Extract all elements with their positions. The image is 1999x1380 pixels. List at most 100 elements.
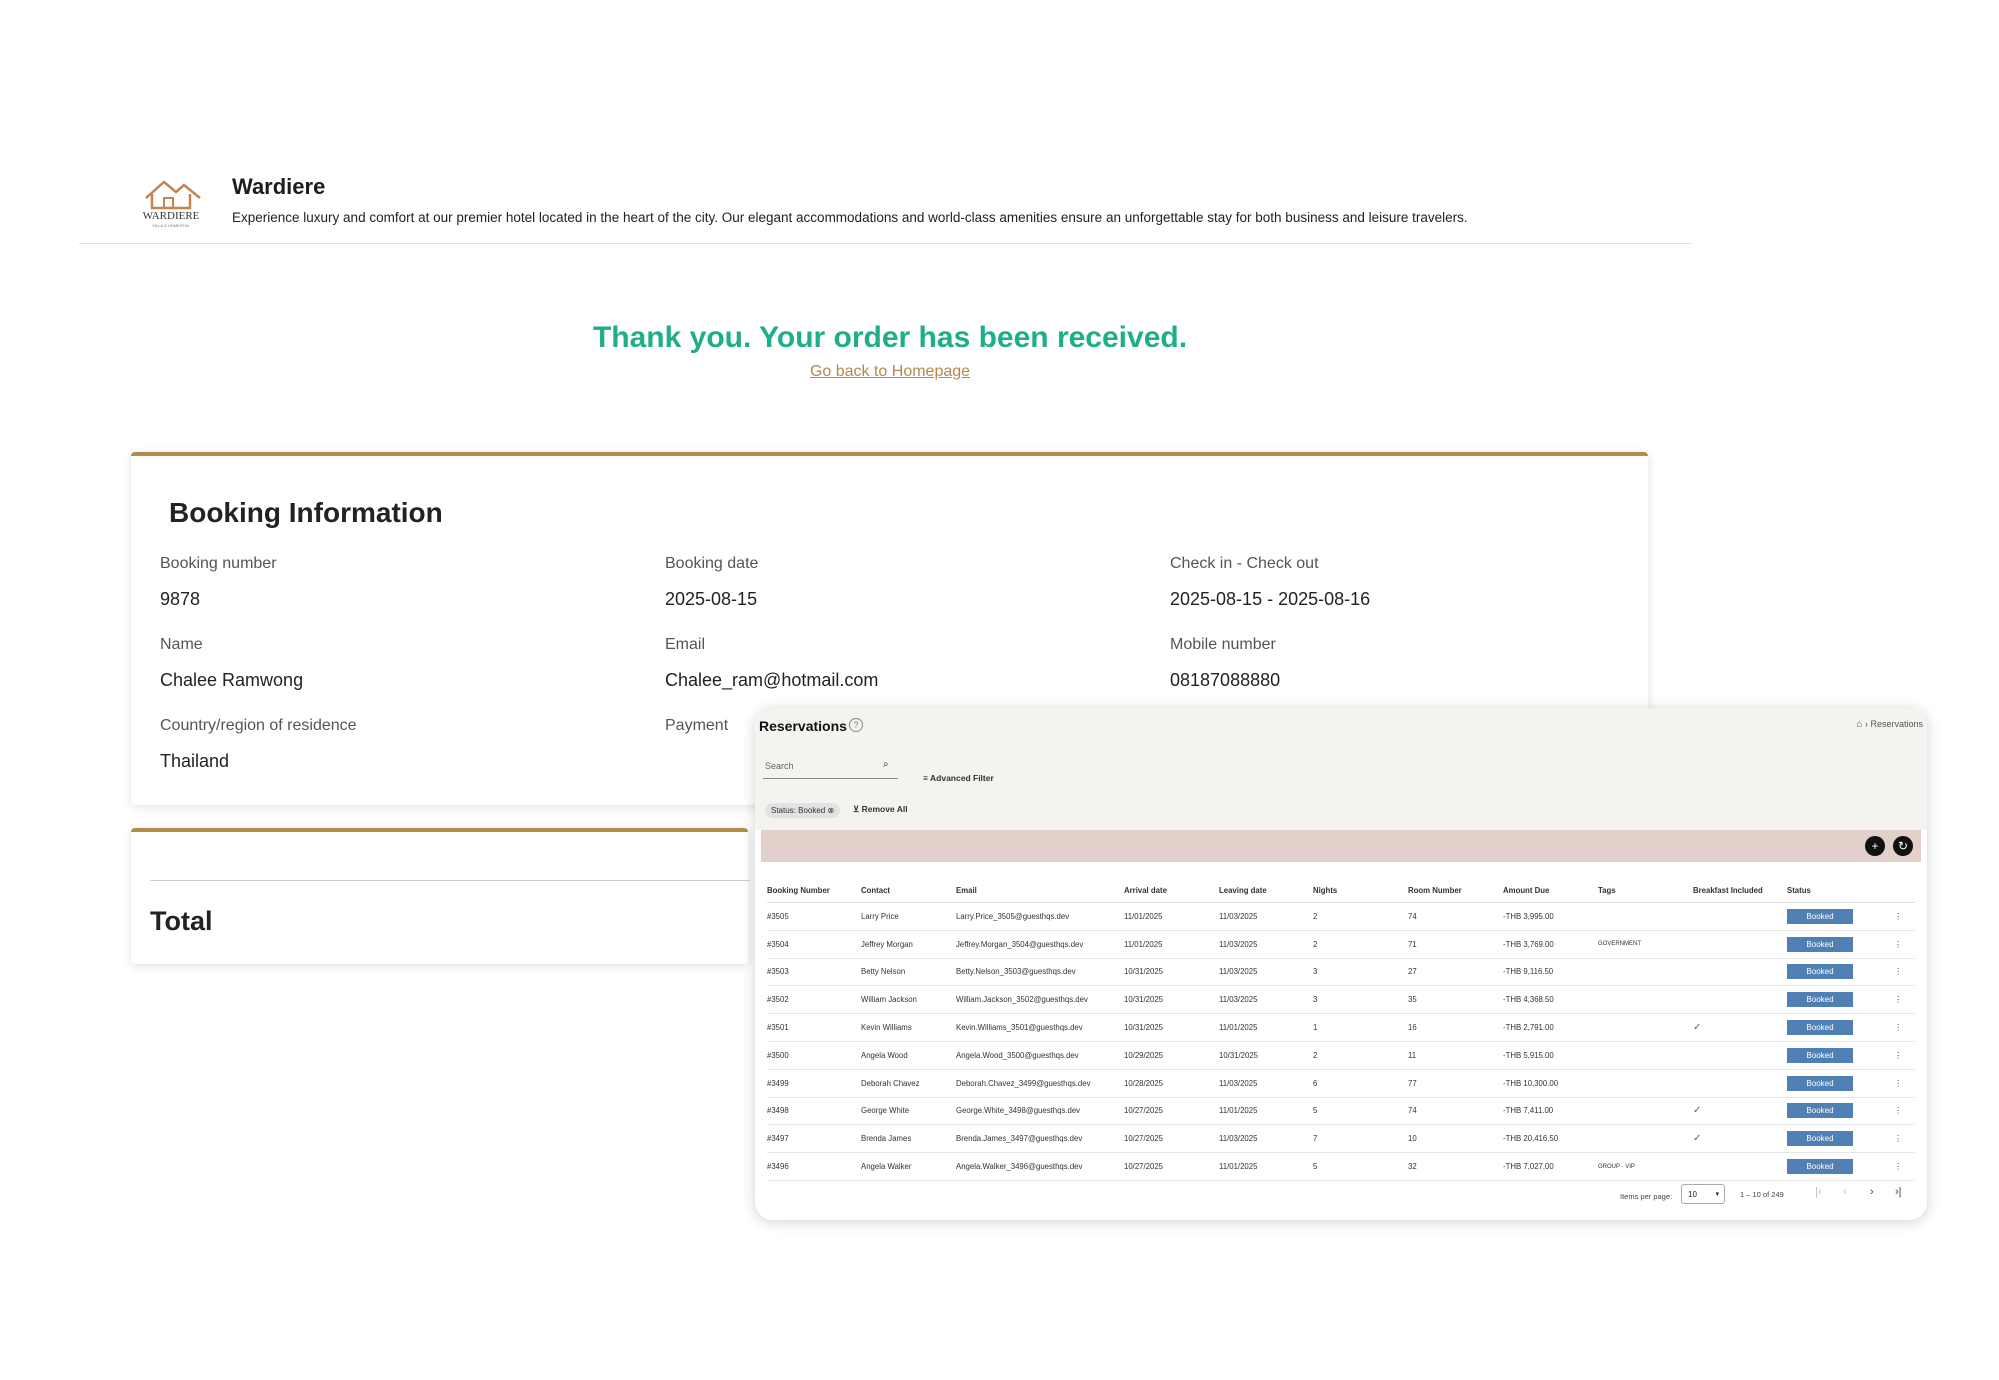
contact-link[interactable]: Kevin Williams (861, 1013, 956, 1042)
status-button[interactable]: Booked (1787, 1131, 1853, 1147)
more-vert-icon[interactable]: ⋮ (1881, 1041, 1915, 1070)
room-number: 74 (1408, 1097, 1503, 1126)
tags (1598, 985, 1693, 1015)
contact-link[interactable]: George White (861, 1097, 956, 1126)
breakfast-check-icon (1693, 902, 1787, 931)
status-button[interactable]: Booked (1787, 936, 1853, 952)
more-vert-icon[interactable]: ⋮ (1881, 1013, 1915, 1042)
filter-icon: ≡ (923, 773, 931, 783)
col-arrival-date[interactable]: Arrival date (1124, 878, 1219, 903)
booking-number: #3496 (767, 1152, 861, 1181)
amount-due: -THB 20,416.50 (1503, 1124, 1598, 1154)
amount-due: -THB 10,300.00 (1503, 1069, 1598, 1098)
advanced-filter-button[interactable]: ≡ Advanced Filter (923, 773, 994, 783)
col-tags[interactable]: Tags (1598, 878, 1693, 903)
col-contact[interactable]: Contact (861, 878, 956, 903)
items-per-page-select[interactable]: 10 ▾ (1681, 1184, 1725, 1204)
table-row[interactable]: #3496 Angela Walker Angela.Walker_3496@g… (767, 1152, 1915, 1181)
last-page-icon[interactable]: ›| (1895, 1186, 1902, 1198)
contact-link[interactable]: Betty Nelson (861, 958, 956, 987)
clear-filter-icon: ⊻ (853, 804, 862, 814)
status-button[interactable]: Booked (1787, 992, 1853, 1008)
refresh-icon[interactable]: ↻ (1893, 836, 1913, 856)
leaving-date: 11/03/2025 (1219, 1124, 1313, 1154)
more-vert-icon[interactable]: ⋮ (1881, 958, 1915, 987)
booking-number: #3498 (767, 1097, 861, 1126)
col-amount-due[interactable]: Amount Due (1503, 878, 1598, 903)
tags (1598, 1069, 1693, 1098)
contact-link[interactable]: Angela Walker (861, 1152, 956, 1181)
room-number: 27 (1408, 958, 1503, 987)
status-button[interactable]: Booked (1787, 1020, 1853, 1036)
more-vert-icon[interactable]: ⋮ (1881, 930, 1915, 959)
booking-number: #3501 (767, 1013, 861, 1042)
add-icon[interactable]: + (1865, 836, 1885, 856)
remove-all-label: Remove All (861, 804, 908, 814)
arrival-date: 10/31/2025 (1124, 958, 1219, 987)
contact-link[interactable]: Deborah Chavez (861, 1069, 956, 1098)
more-vert-icon[interactable]: ⋮ (1881, 902, 1915, 931)
booking-number-label: Booking number (160, 555, 277, 572)
status-button[interactable]: Booked (1787, 1075, 1853, 1091)
arrival-date: 11/01/2025 (1124, 930, 1219, 959)
table-row[interactable]: #3502 William Jackson William.Jackson_35… (767, 985, 1915, 1015)
prev-page-icon[interactable]: ‹ (1843, 1186, 1847, 1198)
table-row[interactable]: #3503 Betty Nelson Betty.Nelson_3503@gue… (767, 958, 1915, 987)
brand-name: Wardiere (232, 174, 326, 199)
status-button[interactable]: Booked (1787, 1103, 1853, 1119)
table-row[interactable]: #3498 George White George.White_3498@gue… (767, 1097, 1915, 1126)
status-button[interactable]: Booked (1787, 1159, 1853, 1175)
col-leaving-date[interactable]: Leaving date (1219, 878, 1313, 903)
tags (1598, 958, 1693, 987)
more-vert-icon[interactable]: ⋮ (1881, 1124, 1915, 1154)
table-row[interactable]: #3501 Kevin Williams Kevin.Williams_3501… (767, 1013, 1915, 1042)
name-label: Name (160, 636, 203, 653)
more-vert-icon[interactable]: ⋮ (1881, 1097, 1915, 1126)
table-row[interactable]: #3505 Larry Price Larry.Price_3505@guest… (767, 902, 1915, 931)
country-label: Country/region of residence (160, 717, 357, 734)
table-row[interactable]: #3500 Angela Wood Angela.Wood_3500@guest… (767, 1041, 1915, 1070)
confirmation-title: Thank you. Your order has been received. (592, 321, 1188, 354)
chip-remove-icon[interactable]: ⊗ (828, 806, 835, 815)
logo-subtext: VILLA & HOMESTAY (152, 223, 190, 228)
help-icon[interactable]: ? (849, 718, 863, 732)
booking-number: #3505 (767, 902, 861, 931)
col-booking-number[interactable]: Booking Number (767, 878, 861, 903)
contact-link[interactable]: Brenda James (861, 1124, 956, 1154)
more-vert-icon[interactable]: ⋮ (1881, 1152, 1915, 1181)
dropdown-arrow-icon: ▾ (1715, 1191, 1719, 1198)
col-room-number[interactable]: Room Number (1408, 878, 1503, 903)
nights: 3 (1313, 985, 1408, 1015)
next-page-icon[interactable]: › (1870, 1186, 1874, 1198)
status-button[interactable]: Booked (1787, 1047, 1853, 1063)
table-row[interactable]: #3499 Deborah Chavez Deborah.Chavez_3499… (767, 1069, 1915, 1098)
leaving-date: 11/03/2025 (1219, 930, 1313, 959)
first-page-icon[interactable]: |‹ (1815, 1186, 1822, 1198)
nights: 2 (1313, 1041, 1408, 1070)
contact-link[interactable]: William Jackson (861, 985, 956, 1015)
total-card (131, 828, 748, 964)
search-icon[interactable]: ⌕ (883, 759, 889, 770)
col-nights[interactable]: Nights (1313, 878, 1408, 903)
contact-link[interactable]: Jeffrey Morgan (861, 930, 956, 959)
table-row[interactable]: #3497 Brenda James Brenda.James_3497@gue… (767, 1124, 1915, 1154)
status-button[interactable]: Booked (1787, 964, 1853, 980)
col-email[interactable]: Email (956, 878, 1124, 903)
email: Larry.Price_3505@guesthqs.dev (956, 902, 1124, 931)
homepage-link[interactable]: Go back to Homepage (0, 363, 1780, 381)
status-button[interactable]: Booked (1787, 908, 1853, 924)
breakfast-check-icon (1693, 930, 1787, 959)
search-placeholder: Search (765, 761, 794, 771)
status-filter-chip[interactable]: Status: Booked ⊗ (765, 803, 841, 818)
breakfast-check-icon (1693, 958, 1787, 987)
table-row[interactable]: #3504 Jeffrey Morgan Jeffrey.Morgan_3504… (767, 930, 1915, 959)
col-status[interactable]: Status (1787, 878, 1881, 903)
more-vert-icon[interactable]: ⋮ (1881, 1069, 1915, 1098)
contact-link[interactable]: Larry Price (861, 902, 956, 931)
more-vert-icon[interactable]: ⋮ (1881, 985, 1915, 1015)
col-breakfast[interactable]: Breakfast Included (1693, 878, 1787, 903)
table-header-row: Booking Number Contact Email Arrival dat… (767, 878, 1915, 903)
home-icon[interactable]: ⌂ (1856, 719, 1862, 730)
contact-link[interactable]: Angela Wood (861, 1041, 956, 1070)
remove-all-button[interactable]: ⊻ Remove All (853, 804, 908, 815)
